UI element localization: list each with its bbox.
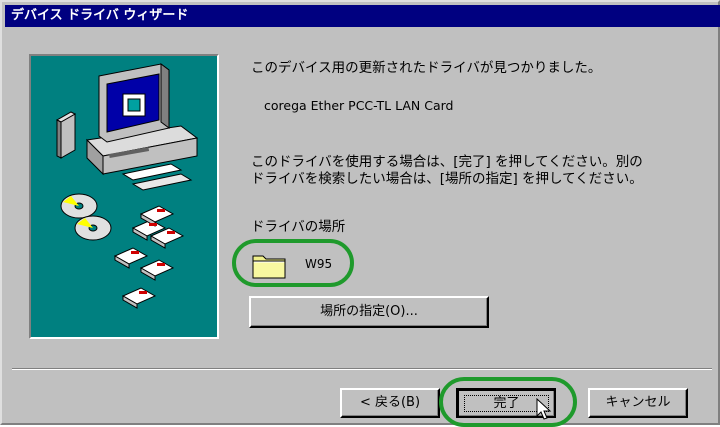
instruction-line-2: ドライバを検索したい場合は、[場所の指定] を押してください。 (251, 171, 643, 187)
folder-name: W95 (305, 257, 333, 271)
footer-separator-highlight (12, 369, 712, 370)
folder-icon (252, 255, 286, 279)
cancel-button-label: キャンセル (605, 395, 671, 410)
wizard-illustration (29, 54, 219, 339)
driver-location-folder: W95 (251, 247, 351, 283)
specify-location-button[interactable]: 場所の指定(O)... (249, 296, 489, 328)
specify-location-label: 場所の指定(O)... (320, 304, 418, 319)
device-name: corega Ether PCC-TL LAN Card (264, 98, 454, 113)
back-button[interactable]: < 戻る(B) (340, 388, 440, 418)
cancel-button[interactable]: キャンセル (588, 388, 688, 418)
wizard-window: デバイス ドライバ ウィザード このデバイス用の更新されたドライバが見つかりまし… (0, 0, 720, 427)
back-button-label: < 戻る(B) (359, 395, 421, 410)
window-title: デバイス ドライバ ウィザード (11, 8, 189, 23)
driver-location-label: ドライバの場所 (251, 219, 346, 235)
found-message: このデバイス用の更新されたドライバが見つかりました。 (251, 60, 602, 76)
title-bar: デバイス ドライバ ウィザード (5, 5, 720, 27)
computer-with-disks-icon (55, 63, 199, 309)
mouse-cursor-icon (536, 398, 552, 420)
